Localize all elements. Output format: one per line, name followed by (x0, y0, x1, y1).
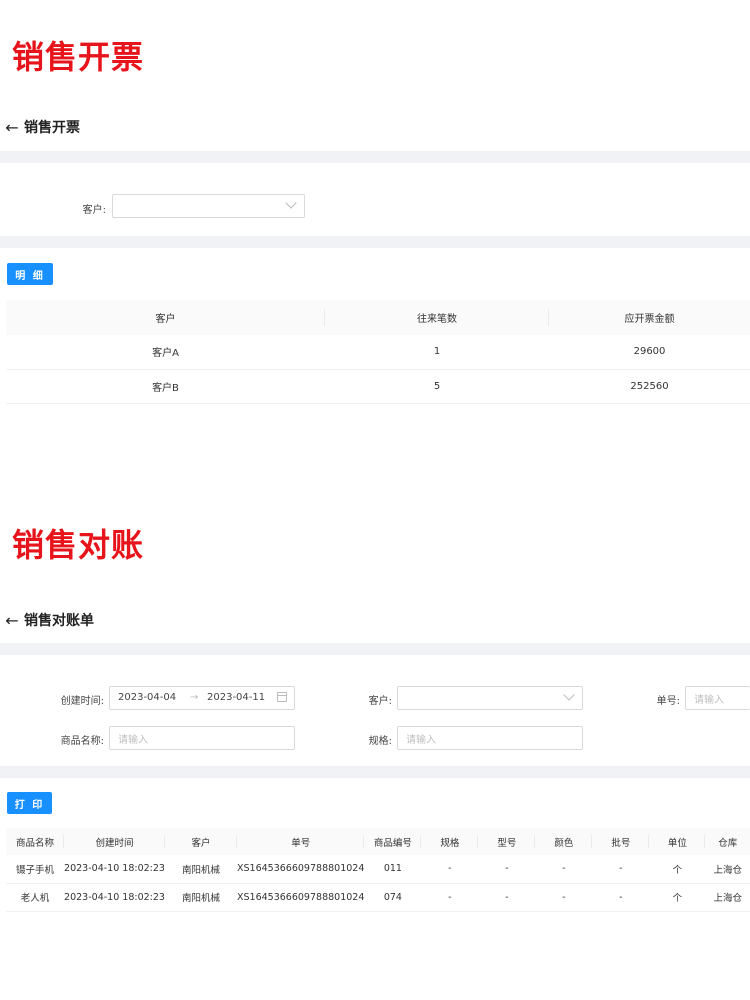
calendar-icon (277, 692, 287, 702)
customer-select[interactable] (112, 194, 305, 218)
print-button[interactable]: 打 印 (7, 792, 52, 814)
table-row[interactable]: 客户A 1 29600 (6, 335, 750, 370)
column-header-unit[interactable]: 单位 (649, 828, 706, 855)
customer-label: 客户: (368, 696, 392, 707)
section-title-sales-reconciliation: 销售对账 (12, 526, 145, 564)
cell-color: - (535, 855, 593, 884)
column-header-product-code[interactable]: 商品编号 (364, 828, 422, 855)
order-number-label: 单号: (656, 696, 680, 707)
product-name-label: 商品名称: (60, 736, 104, 747)
cell-product-name: 老人机 (6, 883, 64, 912)
cell-created-time: 2023-04-10 18:02:23 (64, 855, 165, 884)
cell-product-code: 011 (364, 855, 422, 884)
page-header-sales-invoice: ← 销售开票 (0, 107, 750, 147)
product-name-input[interactable]: 请输入 (109, 726, 295, 750)
cell-created-time: 2023-04-10 18:02:23 (64, 883, 165, 912)
date-range-picker[interactable]: 2023-04-04 → 2023-04-11 (109, 686, 295, 710)
customer-select[interactable] (397, 686, 583, 710)
page-header-sales-reconciliation: ← 销售对账单 (0, 600, 750, 640)
order-number-input[interactable]: 请输入 (685, 686, 750, 710)
spec-label: 规格: (368, 736, 392, 747)
cell-count: 1 (325, 335, 549, 370)
cell-order-number: XS1645366609788801024 (237, 855, 365, 884)
cell-batch-number: - (592, 855, 650, 884)
cell-amount: 29600 (549, 335, 750, 370)
cell-customer: 客户B (6, 369, 325, 404)
cell-unit: 个 (649, 883, 706, 912)
column-header-model[interactable]: 型号 (478, 828, 536, 855)
invoice-table: 客户 往来笔数 应开票金额 客户A 1 29600 客户B 5 252560 (6, 300, 750, 404)
column-header-customer[interactable]: 客户 (165, 828, 237, 855)
divider-band (0, 643, 750, 655)
customer-label: 客户: (82, 205, 106, 216)
section-title-sales-invoice: 销售开票 (12, 38, 145, 76)
column-header-amount[interactable]: 应开票金额 (549, 300, 750, 335)
cell-amount: 252560 (549, 369, 750, 404)
page-title: 销售开票 (24, 120, 80, 136)
divider-band (0, 766, 750, 778)
column-header-spec[interactable]: 规格 (421, 828, 479, 855)
chevron-down-icon (563, 689, 575, 701)
divider-band (0, 236, 750, 248)
column-header-color[interactable]: 颜色 (535, 828, 593, 855)
table-row[interactable]: 镊子手机 2023-04-10 18:02:23 南阳机械 XS16453666… (6, 855, 750, 884)
cell-warehouse: 上海仓 (705, 883, 750, 912)
cell-unit: 个 (649, 855, 706, 884)
column-header-count[interactable]: 往来笔数 (325, 300, 549, 335)
cell-product-code: 074 (364, 883, 422, 912)
cell-customer: 客户A (6, 335, 325, 370)
cell-model: - (478, 883, 536, 912)
column-header-order-number[interactable]: 单号 (237, 828, 365, 855)
column-header-batch-number[interactable]: 批号 (592, 828, 650, 855)
arrow-left-icon[interactable]: ← (0, 611, 24, 630)
cell-spec: - (421, 883, 479, 912)
detail-button[interactable]: 明 细 (7, 263, 53, 285)
spec-input[interactable]: 请输入 (397, 726, 583, 750)
table-header-row: 商品名称 创建时间 客户 单号 商品编号 规格 型号 颜色 批号 单位 仓库 (6, 828, 750, 855)
cell-warehouse: 上海仓 (705, 855, 750, 884)
column-header-created-time[interactable]: 创建时间 (64, 828, 165, 855)
table-row[interactable]: 客户B 5 252560 (6, 369, 750, 404)
chevron-down-icon (285, 197, 297, 209)
date-range-separator: → (190, 692, 199, 703)
cell-customer: 南阳机械 (165, 883, 237, 912)
divider-band (0, 151, 750, 163)
table-row[interactable]: 老人机 2023-04-10 18:02:23 南阳机械 XS164536660… (6, 883, 750, 912)
date-start[interactable]: 2023-04-04 (118, 692, 176, 703)
column-header-customer[interactable]: 客户 (6, 300, 325, 335)
page-title: 销售对账单 (24, 613, 94, 629)
created-time-label: 创建时间: (60, 696, 104, 707)
cell-order-number: XS1645366609788801024 (237, 883, 365, 912)
reconciliation-table: 商品名称 创建时间 客户 单号 商品编号 规格 型号 颜色 批号 单位 仓库 镊… (6, 828, 750, 912)
column-header-product-name[interactable]: 商品名称 (6, 828, 64, 855)
cell-count: 5 (325, 369, 549, 404)
arrow-left-icon[interactable]: ← (0, 118, 24, 137)
cell-model: - (478, 855, 536, 884)
cell-customer: 南阳机械 (165, 855, 237, 884)
column-header-warehouse[interactable]: 仓库 (705, 828, 750, 855)
cell-batch-number: - (592, 883, 650, 912)
table-header-row: 客户 往来笔数 应开票金额 (6, 300, 750, 335)
date-end[interactable]: 2023-04-11 (207, 692, 265, 703)
cell-product-name: 镊子手机 (6, 855, 64, 884)
cell-color: - (535, 883, 593, 912)
cell-spec: - (421, 855, 479, 884)
